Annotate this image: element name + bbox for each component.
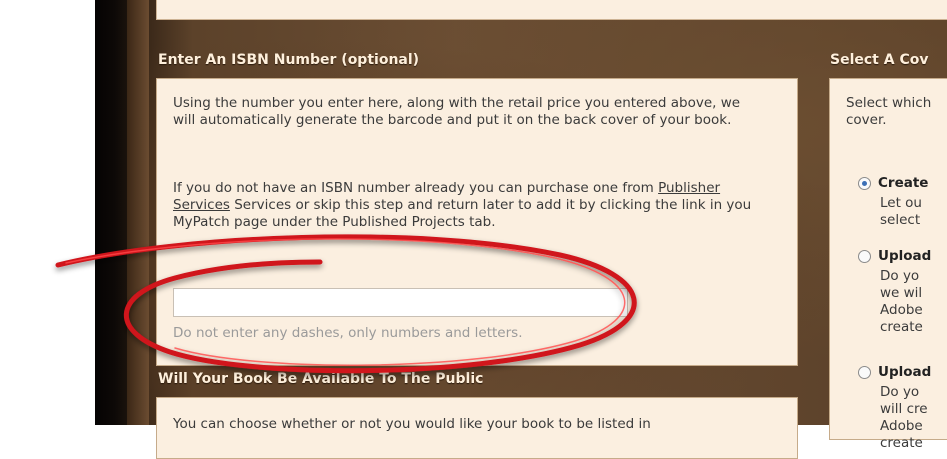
left-margin bbox=[0, 0, 95, 425]
cover-option-upload-radio[interactable] bbox=[858, 250, 871, 263]
cover-option-upload2-desc: create bbox=[880, 435, 923, 451]
cover-intro-line1: Select which bbox=[846, 95, 932, 111]
cover-option-upload-desc: Do yo bbox=[880, 268, 920, 284]
cover-option-upload2-desc: will cre bbox=[880, 401, 928, 417]
isbn-purchase-post: Services or skip this step and return la… bbox=[173, 197, 752, 230]
cover-option-upload2-desc: Do yo bbox=[880, 384, 920, 400]
isbn-panel: Using the number you enter here, along w… bbox=[156, 78, 798, 366]
cover-option-upload-desc: we wil bbox=[880, 285, 923, 301]
isbn-hint: Do not enter any dashes, only numbers an… bbox=[173, 325, 523, 341]
cover-option-create-radio[interactable] bbox=[858, 177, 871, 190]
isbn-purchase-text: If you do not have an ISBN number alread… bbox=[173, 180, 773, 231]
cover-option-upload2-label[interactable]: Upload bbox=[878, 364, 931, 380]
public-description: You can choose whether or not you would … bbox=[173, 416, 651, 432]
previous-section-panel bbox=[156, 0, 947, 20]
cover-intro-line2: cover. bbox=[846, 112, 887, 128]
cover-option-upload-label[interactable]: Upload bbox=[878, 248, 931, 264]
cover-option-create-desc: Let ou bbox=[880, 195, 922, 211]
isbn-description: Using the number you enter here, along w… bbox=[173, 95, 741, 128]
left-dark-border bbox=[95, 0, 127, 425]
cover-section-title: Select A Cov bbox=[830, 52, 929, 68]
cover-option-create-desc: select bbox=[880, 212, 921, 228]
isbn-section-title: Enter An ISBN Number (optional) bbox=[158, 52, 420, 68]
cover-option-upload-desc: Adobe bbox=[880, 302, 923, 318]
cover-option-upload-desc: create bbox=[880, 319, 923, 335]
public-section-title: Will Your Book Be Available To The Publi… bbox=[158, 371, 484, 387]
public-panel: You can choose whether or not you would … bbox=[156, 397, 798, 459]
cover-option-create-label[interactable]: Create bbox=[878, 175, 928, 191]
isbn-purchase-pre: If you do not have an ISBN number alread… bbox=[173, 180, 659, 196]
isbn-input[interactable] bbox=[173, 288, 628, 317]
background-edge bbox=[127, 0, 149, 425]
cover-option-upload2-desc: Adobe bbox=[880, 418, 923, 434]
cover-option-upload2-radio[interactable] bbox=[858, 366, 871, 379]
